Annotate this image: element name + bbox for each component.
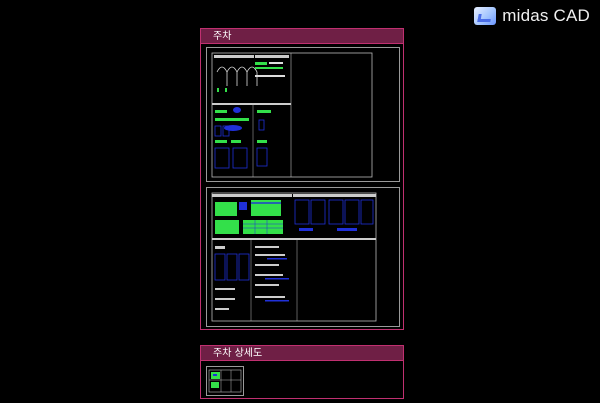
- midas-logo-icon: [474, 7, 497, 25]
- cad-drawing-1: [211, 52, 373, 178]
- brand-logo: midas CAD: [474, 6, 590, 26]
- cad-drawing-2: [211, 192, 377, 322]
- drawing-thumbnail-3[interactable]: [206, 366, 244, 396]
- section-title-parking: 주차: [201, 29, 403, 44]
- section-parking: 주차: [200, 28, 404, 330]
- drawing-thumbnail-1[interactable]: [206, 47, 400, 182]
- section-title-parking-detail: 주차 상세도: [201, 346, 403, 361]
- cad-drawing-3: [208, 369, 242, 393]
- section-parking-detail: 주차 상세도: [200, 345, 404, 399]
- drawing-thumbnail-2[interactable]: [206, 187, 400, 327]
- brand-name: midas CAD: [502, 6, 590, 25]
